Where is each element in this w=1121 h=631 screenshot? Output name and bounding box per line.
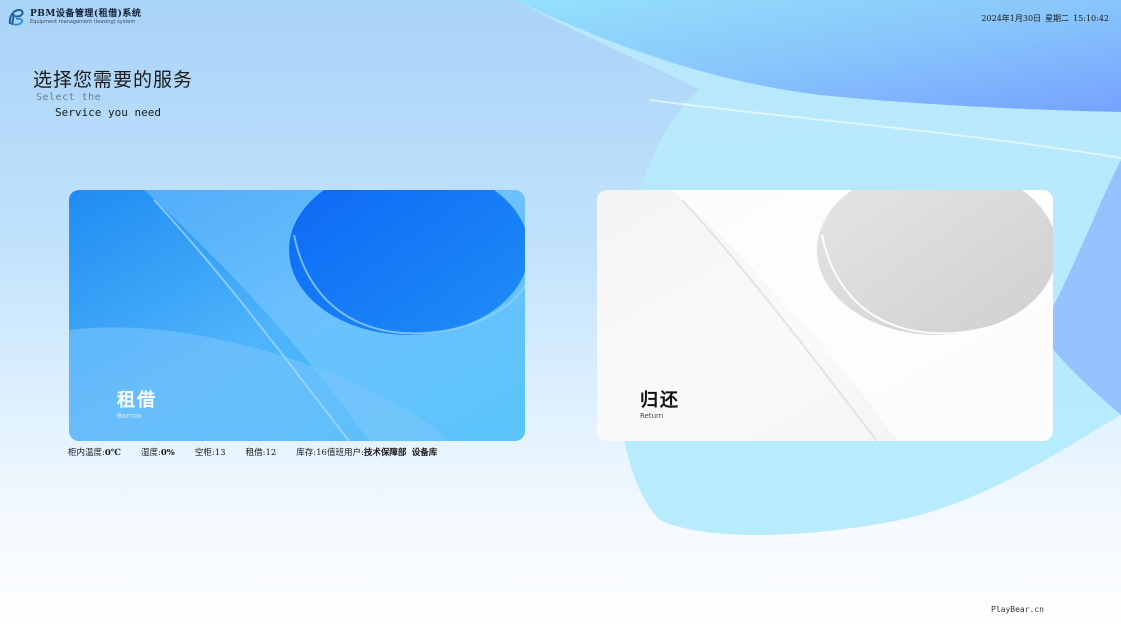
borrowed-label: 租借:: [245, 448, 266, 458]
duty-user-dept: 技术保障部: [363, 448, 407, 458]
app-logo: PBM设备管理(租借)系统 Equipment management (leas…: [7, 7, 141, 27]
temperature-value: 0℃: [104, 448, 121, 458]
status-borrowed: 租借:12: [246, 446, 277, 458]
empty-label: 空柜:: [194, 448, 215, 458]
borrow-card-label: 租借 Borrow: [117, 390, 157, 421]
datetime-display: 2024年1月30日 星期二 15:10:42: [977, 13, 1109, 24]
page-subtitle-line1: Select the: [36, 92, 102, 103]
status-stock-user: 库存:16值班用户:技术保障部 设备库: [296, 446, 437, 458]
app-subtitle: Equipment management (leasing) system: [30, 19, 136, 25]
duty-user-name: 设备库: [411, 448, 438, 458]
return-card[interactable]: 归还 Return: [597, 190, 1053, 441]
status-temperature: 柜内温度:0℃: [68, 446, 121, 458]
pb-logo-icon: [8, 8, 24, 26]
footer-brand: PlayBear.cn: [991, 605, 1044, 614]
page-title: 选择您需要的服务: [33, 69, 194, 91]
borrow-card-title: 租借: [117, 390, 157, 411]
duty-user-label: 值班用户:: [326, 448, 364, 458]
return-card-label: 归还 Return: [640, 390, 680, 421]
stock-label: 库存:: [296, 448, 317, 458]
status-humidity: 湿度:0%: [141, 446, 175, 458]
borrowed-value: 12: [265, 448, 277, 458]
status-empty: 空柜:13: [195, 446, 226, 458]
return-card-title: 归还: [640, 390, 680, 411]
date-text: 2024年1月30日: [981, 14, 1042, 23]
temperature-label: 柜内温度:: [68, 448, 105, 458]
borrow-card[interactable]: 租借 Borrow: [69, 190, 525, 441]
return-card-subtitle: Return: [640, 412, 664, 420]
page-heading: 选择您需要的服务 Select the Service you need: [33, 69, 193, 120]
borrow-card-subtitle: Borrow: [117, 412, 142, 420]
stock-value: 16: [316, 448, 327, 458]
weekday-text: 星期二: [1045, 14, 1070, 23]
humidity-label: 湿度:: [140, 448, 161, 458]
time-text: 15:10:42: [1073, 14, 1109, 23]
humidity-value: 0%: [160, 448, 175, 458]
page-subtitle-line2: Service you need: [55, 106, 161, 119]
status-bar: 柜内温度:0℃ 湿度:0% 空柜:13 租借:12 库存:16值班用户:技术保障…: [68, 446, 443, 458]
app-title: PBM设备管理(租借)系统: [30, 9, 142, 19]
empty-value: 13: [214, 448, 226, 458]
